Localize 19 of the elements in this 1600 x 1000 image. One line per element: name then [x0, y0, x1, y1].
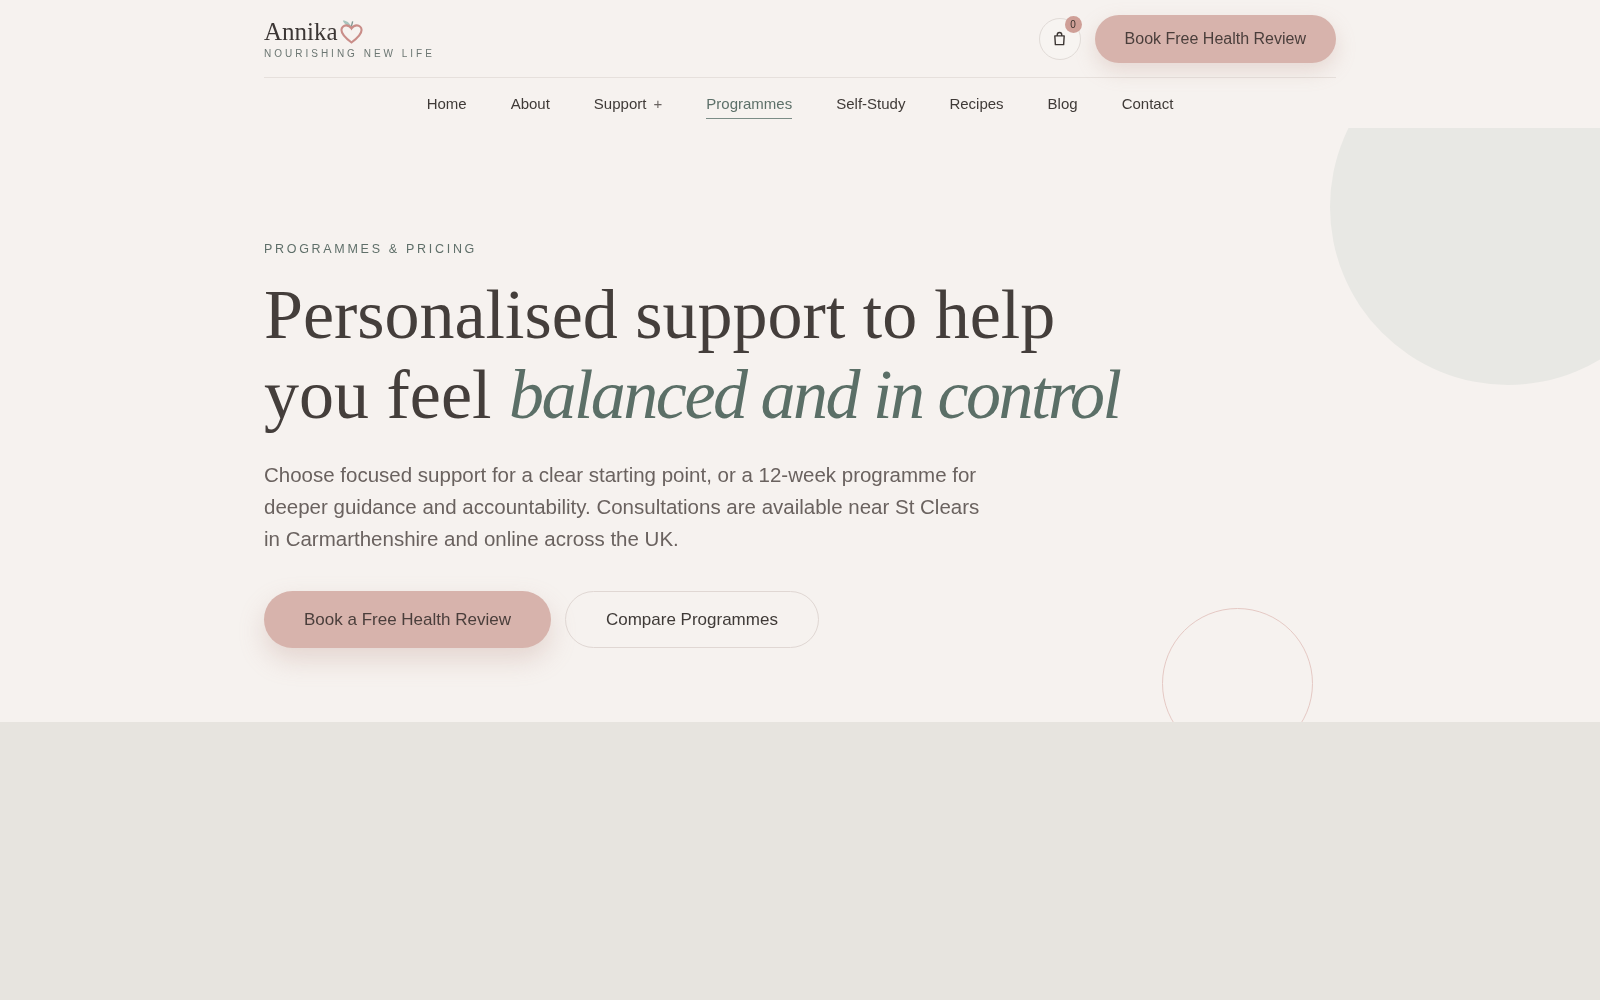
heart-icon [339, 18, 363, 44]
nav-link[interactable]: Contact [1121, 88, 1174, 119]
shopping-bag-icon [1052, 31, 1068, 46]
hero-description: Choose focused support for a clear starting point, or a 12-week programme for deeper guidance and accountability. Consultations are available near St Clears in Carmarthenshire and online across the UK. [264, 462, 981, 552]
book-review-button[interactable]: Book Free Health Review [1094, 14, 1336, 63]
nav-link[interactable]: Self-Study [836, 88, 906, 119]
book-review-button[interactable]: Book a Free Health Review [264, 591, 551, 648]
nav-link[interactable]: Programmes [706, 88, 793, 119]
nav-link[interactable]: Support + [593, 88, 663, 119]
nav-link[interactable]: Blog [1047, 88, 1078, 119]
nav-link[interactable]: Home [426, 88, 467, 119]
cart-button[interactable]: 0 [1038, 17, 1081, 60]
hero-heading: Personalised support to help you feel balanced and in control [264, 275, 1122, 435]
logo-text[interactable]: Annika [264, 18, 338, 46]
nav-link[interactable]: Recipes [949, 88, 1004, 119]
logo-tagline: NOURISHING NEW LIFE [264, 47, 435, 61]
eyebrow-label: PROGRAMMES & PRICING [264, 241, 478, 257]
nav-link[interactable]: About [510, 88, 550, 119]
cart-count-badge: 0 [1064, 15, 1082, 33]
